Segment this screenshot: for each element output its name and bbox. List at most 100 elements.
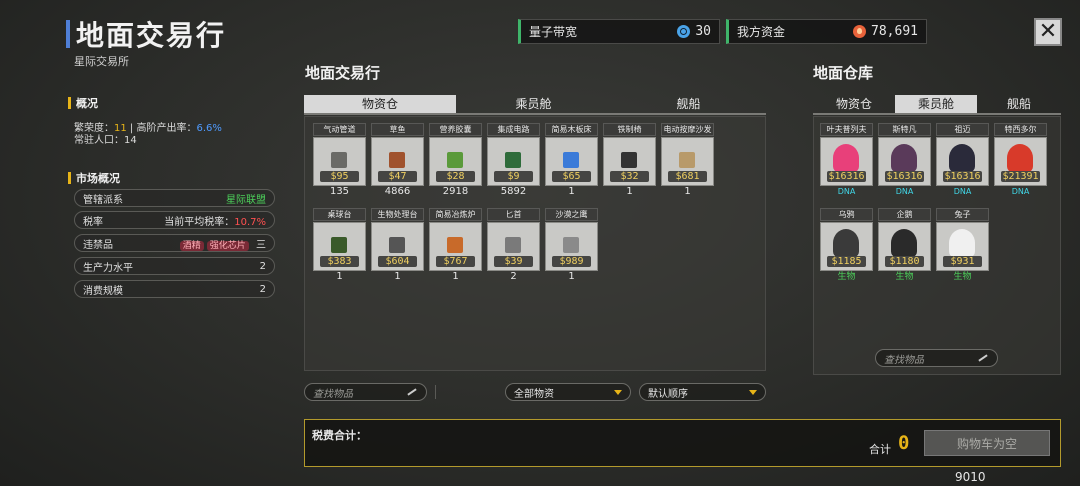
tab-ships[interactable]: 舰船 [611,95,766,113]
dark-hair-portrait-icon [891,144,917,172]
item-card[interactable]: 集成电路 $9 5892 [487,123,540,198]
warehouse-search-input[interactable]: 查找物品 [875,349,998,367]
card-price: $383 [320,256,359,267]
funds-box: 我方资金 78,691 [726,19,927,44]
card-name: 简易冶炼炉 [429,208,482,221]
more-menu-icon[interactable]: 三 [256,240,266,251]
card-tag: 生物 [895,272,914,282]
close-button[interactable]: ✕ [1034,18,1062,46]
card-name: 乌鸦 [820,208,873,221]
chevron-down-icon [614,389,622,395]
card-price: $95 [320,171,359,182]
item-card[interactable]: 气动管道 $95 135 [313,123,366,198]
tab-supplies[interactable]: 物资仓 [813,95,895,113]
item-card[interactable]: 营养胶囊 $28 2918 [429,123,482,198]
card-name: 营养胶囊 [429,123,482,136]
card-quantity: 1 [452,271,459,282]
section-marker [68,172,71,184]
warehouse-tabs: 物资仓 乘员舱 舰船 [813,95,1061,113]
item-card[interactable]: 简易木板床 $65 1 [545,123,598,198]
card-picture: $16316 [936,137,989,186]
market-row-consumption[interactable]: 消费规模 2 [74,280,275,298]
card-price: $65 [552,171,591,182]
dark-hair-portrait-icon [949,144,975,172]
fish-icon [389,152,405,168]
crew-card[interactable]: 祖迈 $16316 DNA [936,123,989,198]
sofa-icon [679,152,695,168]
pipe-icon [331,152,347,168]
red-hair-portrait-icon [1007,144,1033,172]
card-picture: $39 [487,222,540,271]
close-icon: ✕ [1038,19,1058,44]
crew-card[interactable]: 乌鸦 $1185 生物 [820,208,873,283]
buy-cart-button[interactable]: 购物车为空 [924,430,1050,456]
card-quantity: 1 [568,271,575,282]
market-row-tax[interactable]: 税率 当前平均税率：10.7% [74,211,275,229]
crow-icon [833,229,859,257]
crew-card[interactable]: 特西多尔 $21391 DNA [994,123,1047,198]
chip-icon [505,152,521,168]
card-name: 兔子 [936,208,989,221]
tab-crew[interactable]: 乘员舱 [895,95,977,113]
card-price: $681 [668,171,707,182]
tab-divider [813,113,1061,115]
card-price: $47 [378,171,417,182]
exchange-tabs: 物资仓 乘员舱 舰船 [304,95,766,113]
card-price: $767 [436,256,475,267]
market-row-productivity[interactable]: 生产力水平 2 [74,257,275,275]
item-card[interactable]: 草鱼 $47 4866 [371,123,424,198]
card-name: 桌球台 [313,208,366,221]
card-quantity: 1 [684,186,691,197]
tab-ships[interactable]: 舰船 [977,95,1061,113]
crew-card[interactable]: 兔子 $931 生物 [936,208,989,283]
card-quantity: 1 [394,271,401,282]
exchange-search-input[interactable]: 查找物品 [304,383,427,401]
card-picture: $16316 [820,137,873,186]
card-name: 简易木板床 [545,123,598,136]
card-price: $989 [552,256,591,267]
item-card[interactable]: 铁制椅 $32 1 [603,123,656,198]
card-name: 祖迈 [936,123,989,136]
item-card[interactable]: 匕首 $39 2 [487,208,540,283]
coin-icon [853,25,867,38]
item-card[interactable]: 电动按摩沙发 $681 1 [661,123,714,198]
category-filter-select[interactable]: 全部物资 [505,383,631,401]
card-name: 铁制椅 [603,123,656,136]
dagger-icon [505,237,521,253]
card-quantity: 5892 [500,186,527,197]
card-picture: $28 [429,137,482,186]
card-price: $32 [610,171,649,182]
item-card[interactable]: 桌球台 $383 1 [313,208,366,283]
chair-icon [621,152,637,168]
card-picture: $1185 [820,222,873,271]
crew-card[interactable]: 斯特凡 $16316 DNA [878,123,931,198]
item-card[interactable]: 简易冶炼炉 $767 1 [429,208,482,283]
pencil-icon [406,387,418,397]
contraband-tag: 强化芯片 [206,240,249,251]
card-tag: DNA [837,187,856,196]
tab-crew[interactable]: 乘员舱 [456,95,611,113]
pink-hair-portrait-icon [833,144,859,172]
card-picture: $32 [603,137,656,186]
sort-order-select[interactable]: 默认顺序 [639,383,766,401]
crew-card[interactable]: 叶夫普列夫 $16316 DNA [820,123,873,198]
card-name: 沙漠之鹰 [545,208,598,221]
item-card[interactable]: 生物处理台 $604 1 [371,208,424,283]
market-row-faction[interactable]: 管辖派系 星际联盟 [74,189,275,207]
quantum-icon [677,25,691,38]
card-price: $16316 [827,171,866,182]
card-tag: 生物 [953,272,972,282]
card-tag: DNA [895,187,914,196]
tax-rate-value: 10.7% [234,216,266,228]
overview-heading: 概况 [68,95,98,111]
bed-icon [563,152,579,168]
page-subtitle: 星际交易所 [74,55,129,68]
card-picture: $681 [661,137,714,186]
market-row-contraband[interactable]: 违禁品 酒精 强化芯片 三 [74,234,275,252]
tab-supplies[interactable]: 物资仓 [304,95,456,113]
card-quantity: 135 [329,186,350,197]
card-picture: $931 [936,222,989,271]
crew-card[interactable]: 企鹅 $1180 生物 [878,208,931,283]
item-card[interactable]: 沙漠之鹰 $989 1 [545,208,598,283]
card-picture: $383 [313,222,366,271]
